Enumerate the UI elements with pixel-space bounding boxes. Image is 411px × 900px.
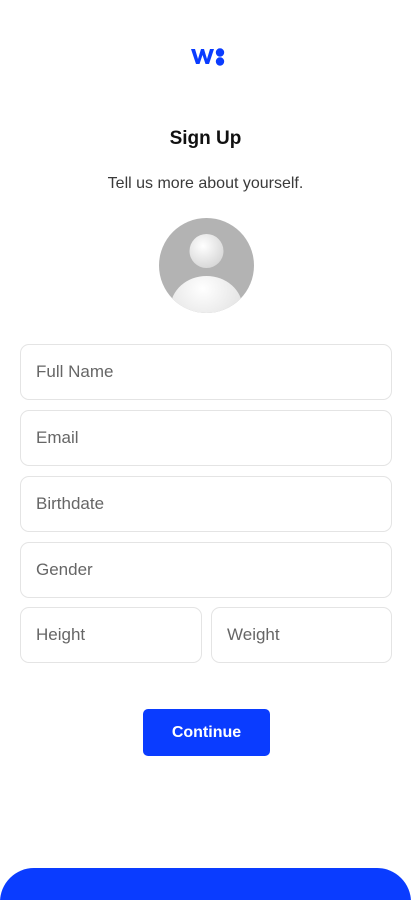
email-field[interactable]: Email — [20, 410, 392, 466]
signup-screen: Sign Up Tell us more about yourself. Ful… — [0, 0, 411, 900]
bottom-sheet-bar — [0, 868, 411, 900]
height-field[interactable]: Height — [20, 607, 202, 663]
full-name-placeholder: Full Name — [36, 362, 114, 381]
user-placeholder-icon — [170, 234, 243, 313]
birthdate-placeholder: Birthdate — [36, 494, 105, 513]
page-title: Sign Up — [169, 128, 242, 149]
birthdate-field[interactable]: Birthdate — [20, 476, 392, 532]
weight-field[interactable]: Weight — [211, 607, 392, 663]
weight-placeholder: Weight — [227, 625, 280, 644]
brand-logo-icon — [191, 48, 225, 66]
gender-field[interactable]: Gender — [20, 542, 392, 598]
email-placeholder: Email — [36, 428, 79, 447]
gender-placeholder: Gender — [36, 560, 93, 579]
height-placeholder: Height — [36, 625, 86, 644]
profile-avatar-button[interactable] — [159, 218, 254, 313]
full-name-field[interactable]: Full Name — [20, 344, 392, 400]
continue-button-label: Continue — [171, 723, 242, 741]
page-subtitle: Tell us more about yourself. — [107, 175, 304, 192]
continue-button[interactable]: Continue — [143, 709, 270, 756]
